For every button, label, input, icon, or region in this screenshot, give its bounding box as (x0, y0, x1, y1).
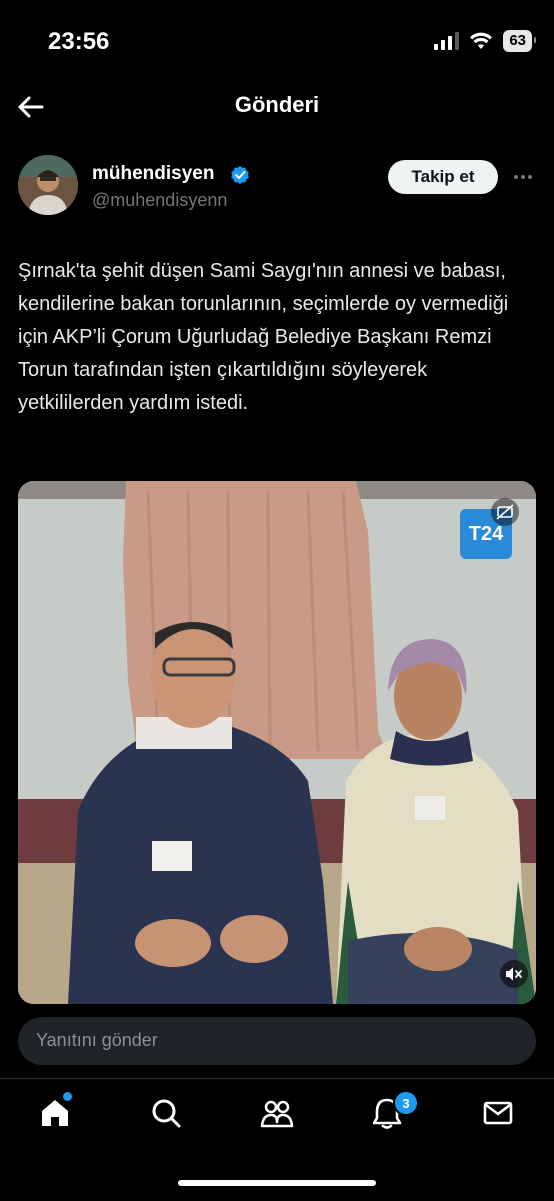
cellular-signal-icon (434, 32, 460, 50)
avatar[interactable] (18, 155, 78, 215)
video-frame (18, 481, 536, 1004)
status-icons: 63 (434, 30, 536, 52)
avatar-image (18, 155, 78, 215)
status-time: 23:56 (48, 28, 110, 55)
communities-icon[interactable] (260, 1096, 294, 1130)
reply-input[interactable]: Yanıtını gönder (18, 1017, 536, 1065)
captions-icon[interactable] (490, 497, 520, 527)
follow-button[interactable]: Takip et (388, 160, 498, 194)
speaker-muted-icon[interactable] (500, 960, 528, 988)
top-header: Gönderi (0, 70, 554, 142)
verified-badge-icon (231, 166, 249, 184)
home-icon[interactable] (38, 1096, 72, 1130)
page-title: Gönderi (234, 92, 320, 117)
battery-indicator: 63 (503, 30, 536, 52)
notifications-badge: 3 (393, 1090, 419, 1116)
tweet-text: Şırnak'ta şehit düşen Sami Saygı'nın ann… (18, 260, 509, 414)
author-handle[interactable]: @muhendisyenn (92, 190, 227, 211)
tweet-video[interactable]: T24 (18, 481, 536, 1004)
search-icon[interactable] (149, 1096, 183, 1130)
messages-icon[interactable] (481, 1096, 515, 1130)
more-options-icon[interactable] (512, 166, 534, 188)
reply-placeholder: Yanıtını gönder (36, 1030, 158, 1050)
author-name[interactable]: mühendisyen (92, 163, 214, 185)
home-unread-dot (63, 1092, 72, 1101)
wifi-icon (470, 32, 493, 49)
home-indicator[interactable] (178, 1180, 376, 1186)
